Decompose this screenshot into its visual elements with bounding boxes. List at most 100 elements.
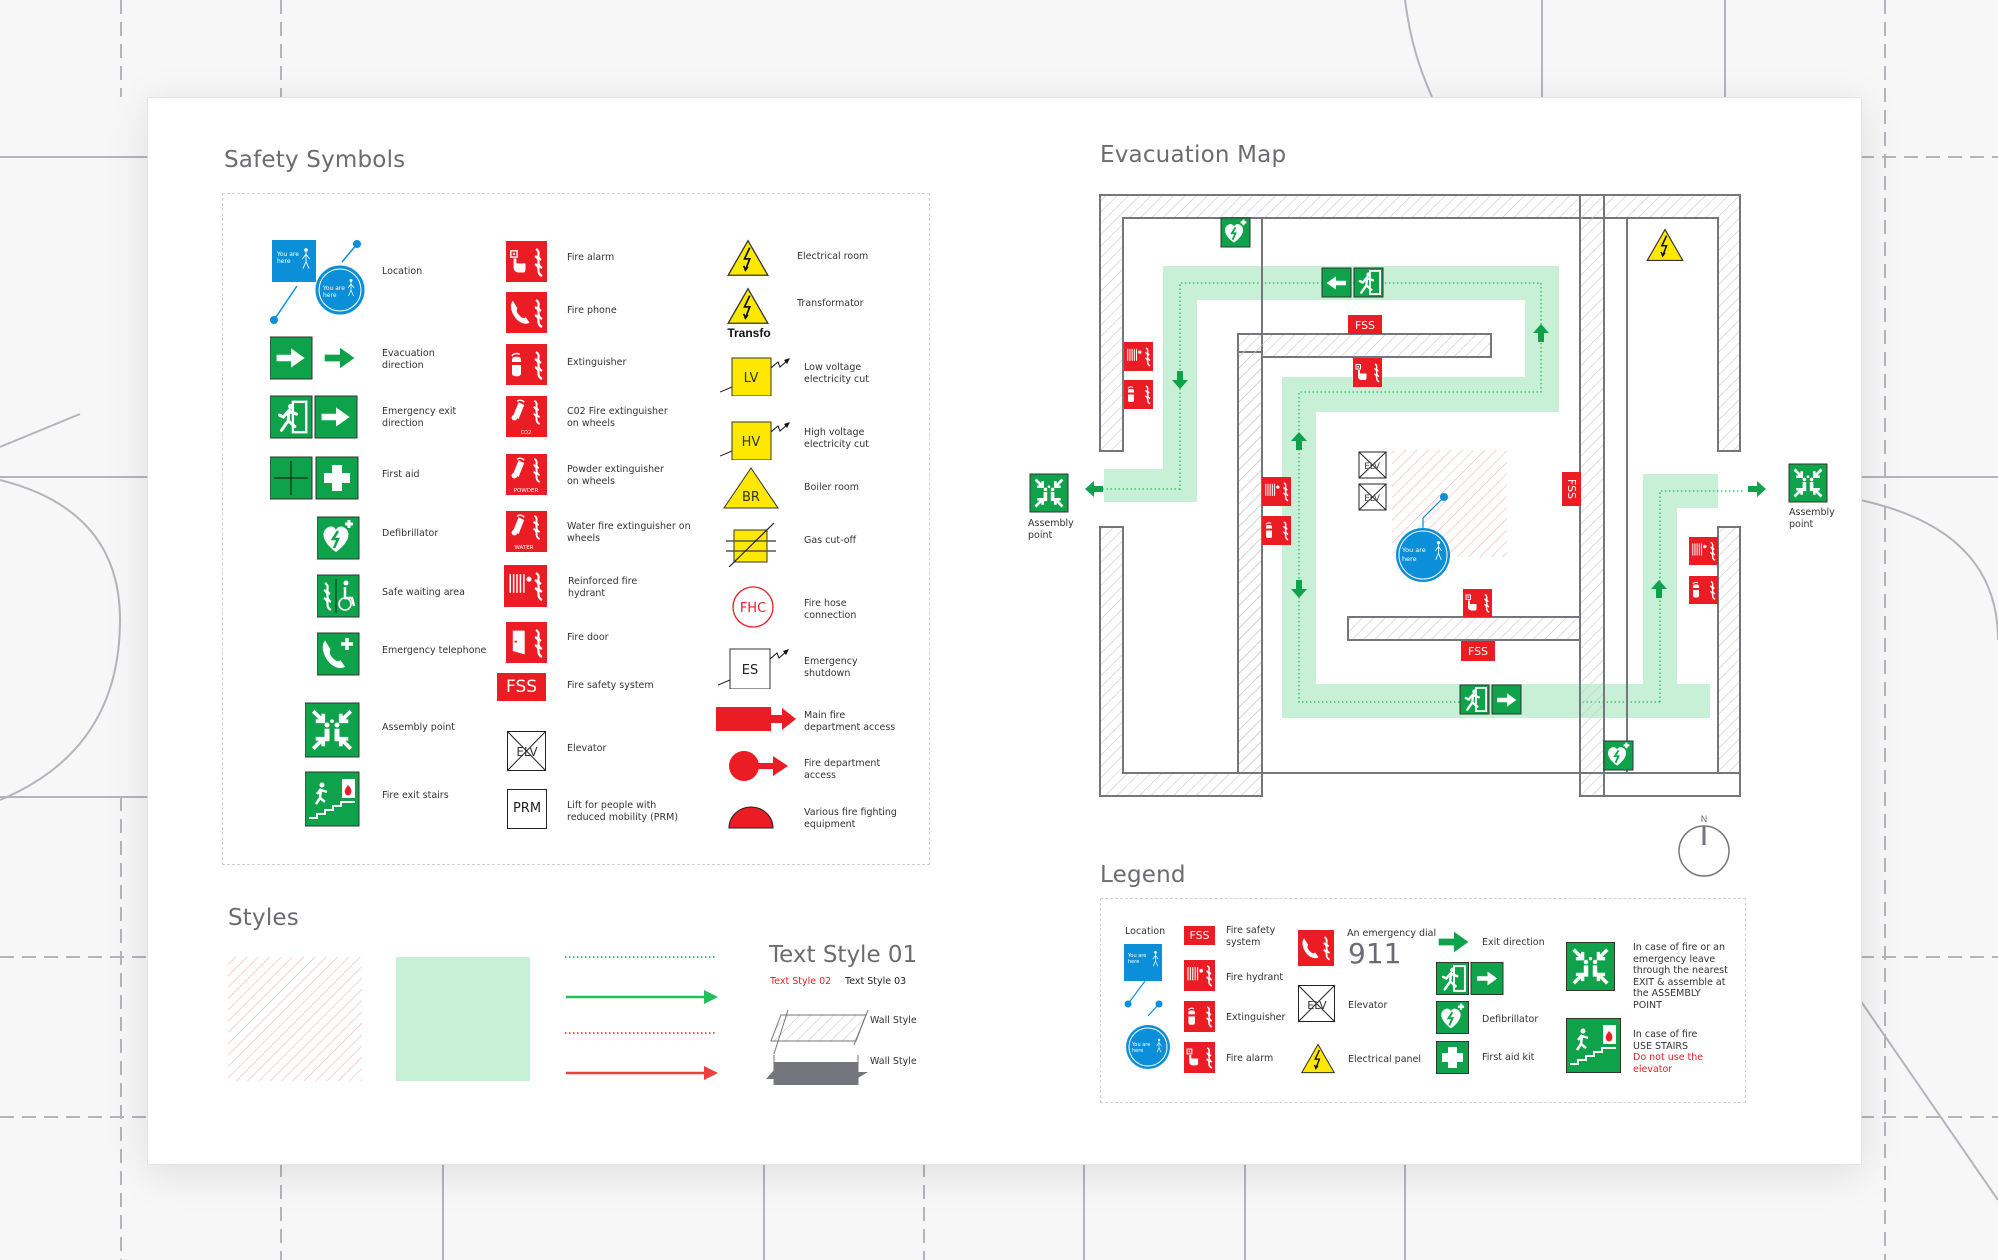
map-hydrant-left [1124, 342, 1153, 371]
evacuation-direction-symbol [269, 336, 360, 385]
legend-extinguisher-label: Extinguisher [1226, 1012, 1286, 1023]
map-fss-bottom: FSS [1461, 641, 1495, 661]
route-arrow-red [566, 1066, 718, 1080]
legend-title: Legend [1100, 862, 1186, 888]
svg-text:ELV: ELV [516, 745, 538, 759]
svg-text:here: here [277, 258, 291, 265]
map-assembly-point-left [1029, 473, 1069, 513]
co2-extinguisher-symbol: CO2 [506, 396, 548, 443]
map-extinguisher-left [1124, 380, 1153, 409]
wall-style-solid [766, 1055, 868, 1085]
styles-swatches [228, 956, 869, 1085]
fire-alarm-icon [506, 241, 547, 282]
powder-extinguisher-symbol: POWDER [506, 454, 548, 501]
legend-elevator-label: Elevator [1348, 1000, 1388, 1011]
legend-elevator-icon: ELV [1298, 985, 1336, 1023]
label-assembly-point: Assembly point [382, 722, 456, 733]
powder-extinguisher-icon: POWDER [506, 454, 547, 495]
label-main-fire-access: Main fire department access [804, 710, 896, 733]
first-aid-icon [269, 456, 359, 500]
legend-stairs-note: In case of fire USE STAIRS Do not use th… [1633, 1029, 1704, 1075]
boiler-room-symbol: BR [723, 466, 781, 515]
svg-text:ELV: ELV [1307, 999, 1327, 1012]
svg-text:FSS: FSS [1565, 479, 1578, 499]
label-electrical-room: Electrical room [797, 251, 869, 262]
fire-equipment-symbol [728, 805, 774, 834]
fire-hose-connection-icon: FHC [732, 586, 774, 628]
fire-hydrant-symbol [504, 565, 548, 614]
emergency-shutdown-icon: ES [717, 648, 789, 690]
legend-location-label: Location [1125, 926, 1166, 937]
text-style-01: Text Style 01 [769, 942, 918, 968]
evacuation-route-swatch [396, 957, 530, 1081]
svg-text:here: here [1132, 1048, 1143, 1054]
water-extinguisher-symbol: WATER [506, 511, 548, 558]
defibrillator-icon [316, 516, 360, 560]
extinguisher-symbol [506, 344, 548, 391]
compass: N [1678, 815, 1730, 877]
main-fire-access-icon [716, 707, 796, 731]
safe-waiting-area-icon [316, 574, 360, 618]
gas-cut-off-icon [726, 522, 776, 568]
emergency-shutdown-symbol: ES [717, 643, 798, 694]
legend-first-aid-label: First aid kit [1482, 1052, 1535, 1063]
transformator-symbol: Transfo [724, 287, 778, 344]
svg-text:ELV: ELV [1364, 462, 1381, 472]
low-voltage-cut-icon: LV [719, 357, 790, 397]
label-water-extinguisher: Water fire extinguisher on wheels [567, 521, 691, 544]
assembly-point-symbol [304, 702, 361, 763]
map-extinguisher-right [1689, 576, 1718, 604]
map-hydrant-center [1262, 477, 1291, 506]
fire-hose-connection-symbol: FHC [731, 585, 775, 634]
fss-icon: FSS [497, 673, 546, 701]
legend-first-aid-icon [1436, 1041, 1469, 1074]
fire-exit-stairs-symbol [304, 771, 361, 832]
legend-fire-exit-stairs-icon [1566, 1018, 1621, 1073]
svg-text:FHC: FHC [740, 601, 766, 616]
label-location: Location [382, 266, 423, 277]
fire-access-symbol [728, 748, 798, 789]
defibrillator-symbol [316, 516, 361, 565]
assembly-point-right-label: Assembly point [1789, 507, 1835, 530]
label-high-voltage: High voltage electricity cut [804, 427, 870, 450]
styles-title: Styles [228, 905, 299, 931]
legend-assembly-note: In case of fire or an emergency leave th… [1633, 942, 1728, 1011]
map-fss-top: FSS [1348, 315, 1382, 334]
svg-text:HV: HV [742, 435, 761, 450]
label-fire-equipment: Various fire fighting equipment [804, 807, 897, 830]
svg-text:BR: BR [742, 490, 760, 505]
label-emergency-shutdown: Emergency shutdown [804, 656, 858, 679]
map-defibrillator-bottom [1603, 740, 1634, 771]
legend-defibrillator-label: Defibrillator [1482, 1014, 1539, 1025]
label-fire-door: Fire door [567, 632, 609, 643]
label-fire-hose-connection: Fire hose connection [804, 598, 857, 621]
gas-cut-off-symbol [724, 521, 780, 572]
legend-hydrant-icon [1184, 960, 1215, 991]
high-voltage-symbol: HV [719, 414, 800, 465]
map-assembly-point-right [1788, 463, 1828, 503]
label-fire-access: Fire department access [804, 758, 881, 781]
fire-exit-stairs-icon [304, 771, 360, 827]
first-aid-symbol [269, 456, 360, 505]
map-elevators: ELV ELV [1358, 451, 1387, 511]
map-defibrillator-top [1220, 217, 1251, 248]
fire-phone-symbol [506, 292, 548, 339]
map-electrical-panel [1646, 228, 1684, 262]
wall-style-hatched [770, 1009, 869, 1055]
transformator-icon: Transfo [727, 287, 771, 340]
fire-hydrant-icon [504, 565, 547, 607]
map-fire-alarm-center [1463, 589, 1492, 617]
high-voltage-cut-icon: HV [719, 421, 790, 461]
evacuation-map-title: Evacuation Map [1100, 142, 1287, 168]
legend-fss-icon: FSS [1184, 926, 1215, 945]
electrical-room-symbol [724, 239, 774, 284]
label-first-aid: First aid [382, 469, 420, 480]
location-symbol: You are here You are here [262, 236, 372, 331]
low-voltage-symbol: LV [719, 350, 800, 401]
safe-waiting-area-symbol [316, 574, 361, 623]
emergency-telephone-symbol [316, 632, 361, 681]
electrical-room-icon [727, 239, 769, 277]
legend-location-icon: You arehere You arehere [1124, 944, 1170, 1069]
label-evacuation-direction: Evacuation direction [382, 348, 435, 371]
safety-symbols-title: Safety Symbols [224, 147, 406, 173]
